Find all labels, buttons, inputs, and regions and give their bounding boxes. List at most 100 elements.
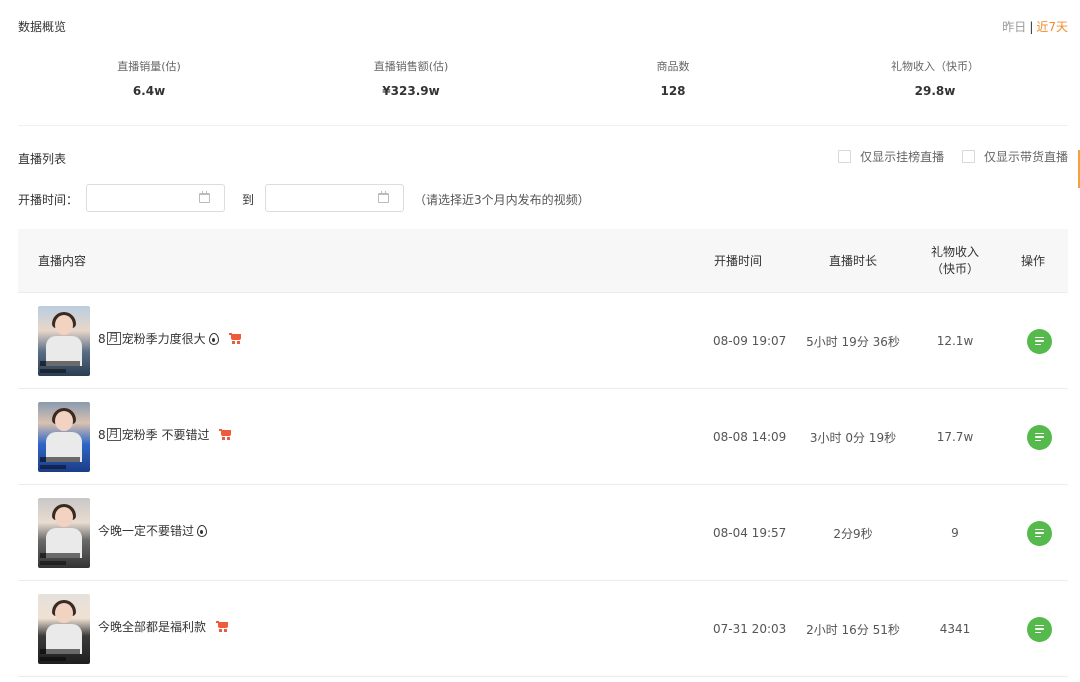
- stat-sales-amount: 直播销售额(估) ¥323.9w: [280, 58, 542, 98]
- gift-income-cell: 17.7w: [936, 430, 974, 444]
- list-filters: 仅显示挂榜直播 仅显示带货直播: [824, 148, 1068, 166]
- operation-cell: [1008, 581, 1070, 677]
- start-time-cell: 08-09 19:07: [713, 334, 787, 348]
- start-time-cell: 08-04 19:57: [713, 526, 787, 540]
- end-date-input[interactable]: [266, 185, 366, 211]
- date-range-hint: （请选择近3个月内发布的视频）: [414, 193, 590, 207]
- list-icon: [1034, 436, 1044, 438]
- duration-cell: 2分9秒: [833, 526, 873, 541]
- shopping-cart-icon[interactable]: [216, 621, 229, 632]
- live-thumbnail[interactable]: [38, 402, 90, 472]
- duration-cell: 5小时 19分 36秒: [806, 334, 900, 349]
- overview-stats: 直播销量(估) 6.4w 直播销售额(估) ¥323.9w 商品数 128 礼物…: [18, 58, 1068, 108]
- stat-label: 直播销量(估): [117, 60, 181, 73]
- date-range-filter: 开播时间： 到 （请选择近3个月内发布的视频）: [18, 184, 718, 212]
- shopping-cart-icon[interactable]: [228, 333, 242, 344]
- stat-value: ¥323.9w: [382, 84, 440, 98]
- stat-label: 礼物收入（快币）: [891, 60, 979, 73]
- calendar-icon[interactable]: [199, 191, 210, 203]
- operation-cell: [1008, 485, 1070, 581]
- stat-gift-income: 礼物收入（快币） 29.8w: [804, 58, 1066, 98]
- fire-icon: [208, 332, 219, 345]
- title-text: 今晚一定不要错过: [98, 524, 195, 538]
- stat-value: 128: [660, 84, 686, 98]
- shopping-cart-icon[interactable]: [219, 429, 232, 440]
- list-icon: [1034, 528, 1044, 531]
- list-icon: [1034, 628, 1044, 630]
- section-divider: [18, 125, 1068, 126]
- column-header-start-time: 开播时间: [713, 253, 762, 268]
- title-text: 今晚全部都是福利款: [98, 620, 207, 634]
- thumb-caption: [40, 649, 80, 654]
- detail-list-button[interactable]: [1026, 520, 1052, 546]
- live-title[interactable]: 8 月宠粉季力度很大: [98, 330, 242, 347]
- range-separator: |: [1029, 20, 1034, 34]
- live-table: 直播内容 开播时间 直播时长 礼物收入（快币） 操作 8 月宠粉季力度很大 08-…: [18, 229, 1068, 677]
- operation-cell: [1008, 389, 1070, 485]
- table-row: 今晚全部都是福利款 07-31 20:03 2小时 16分 51秒 4341: [18, 581, 1068, 677]
- start-date-input[interactable]: [87, 185, 187, 211]
- operation-cell: [1008, 293, 1070, 389]
- list-icon: [1034, 631, 1041, 634]
- list-icon: [1034, 624, 1044, 627]
- title-text: 宠粉季 不要错过: [121, 428, 210, 442]
- gift-income-cell: 12.1w: [936, 334, 974, 348]
- list-icon: [1034, 535, 1041, 538]
- table-header: 直播内容 开播时间 直播时长 礼物收入（快币） 操作: [18, 229, 1068, 293]
- list-icon: [1034, 432, 1044, 435]
- live-thumbnail[interactable]: [38, 498, 90, 568]
- cart-wheels: [222, 437, 231, 440]
- live-title[interactable]: 今晚一定不要错过: [98, 522, 208, 539]
- detail-list-button[interactable]: [1026, 328, 1052, 354]
- live-title[interactable]: 今晚全部都是福利款: [98, 618, 229, 635]
- stat-value: 6.4w: [132, 84, 166, 98]
- list-icon: [1034, 439, 1041, 442]
- detail-list-button[interactable]: [1026, 424, 1052, 450]
- list-icon: [1034, 532, 1044, 534]
- thumb-caption: [40, 457, 80, 462]
- thumb-caption: [40, 361, 80, 366]
- thumb-figure: [55, 315, 73, 335]
- start-date-picker[interactable]: [86, 184, 225, 212]
- stat-value: 29.8w: [914, 84, 956, 98]
- list-icon: [1034, 336, 1044, 339]
- date-to-label: 到: [242, 193, 255, 207]
- start-time-cell: 07-31 20:03: [713, 622, 787, 636]
- start-time-cell: 08-08 14:09: [713, 430, 787, 444]
- range-yesterday-tab[interactable]: 昨日: [1002, 20, 1026, 34]
- live-thumbnail[interactable]: [38, 594, 90, 664]
- checkbox-box[interactable]: [838, 150, 852, 163]
- column-header-duration: 直播时长: [828, 253, 877, 268]
- checkbox-label: 仅显示挂榜直播: [860, 150, 945, 164]
- cart-wheels: [231, 341, 240, 344]
- month-box: 月: [106, 332, 121, 345]
- checkbox-box[interactable]: [961, 150, 975, 163]
- column-header-content: 直播内容: [38, 253, 87, 268]
- only-selling-checkbox[interactable]: 仅显示带货直播: [961, 148, 1068, 165]
- thumb-caption: [40, 561, 66, 565]
- thumb-caption: [40, 657, 66, 661]
- list-icon: [1034, 343, 1041, 346]
- stat-label: 商品数: [656, 60, 690, 73]
- checkbox-label: 仅显示带货直播: [983, 150, 1068, 164]
- gift-income-cell: 9: [951, 526, 959, 540]
- overview-header: 数据概览 昨日 | 近7天: [18, 18, 1068, 34]
- start-time-label: 开播时间：: [18, 193, 79, 207]
- live-thumbnail[interactable]: [38, 306, 90, 376]
- thumb-caption: [40, 465, 66, 469]
- thumb-caption: [40, 369, 66, 373]
- stat-product-count: 商品数 128: [542, 58, 804, 98]
- live-title[interactable]: 8 月宠粉季 不要错过: [98, 426, 232, 443]
- column-header-gift-income: 礼物收入（快币）: [911, 229, 999, 293]
- range-switch: 昨日 | 近7天: [1002, 18, 1068, 35]
- gift-income-cell: 4341: [939, 622, 971, 636]
- fire-icon: [197, 524, 208, 537]
- thumb-caption: [40, 553, 80, 558]
- calendar-icon[interactable]: [378, 191, 389, 203]
- end-date-picker[interactable]: [265, 184, 404, 212]
- title-text: 宠粉季力度很大: [121, 332, 206, 346]
- range-last7-tab[interactable]: 近7天: [1036, 20, 1068, 34]
- only-ranked-checkbox[interactable]: 仅显示挂榜直播: [838, 148, 944, 165]
- detail-list-button[interactable]: [1026, 616, 1052, 642]
- title-prefix: 8: [98, 427, 106, 442]
